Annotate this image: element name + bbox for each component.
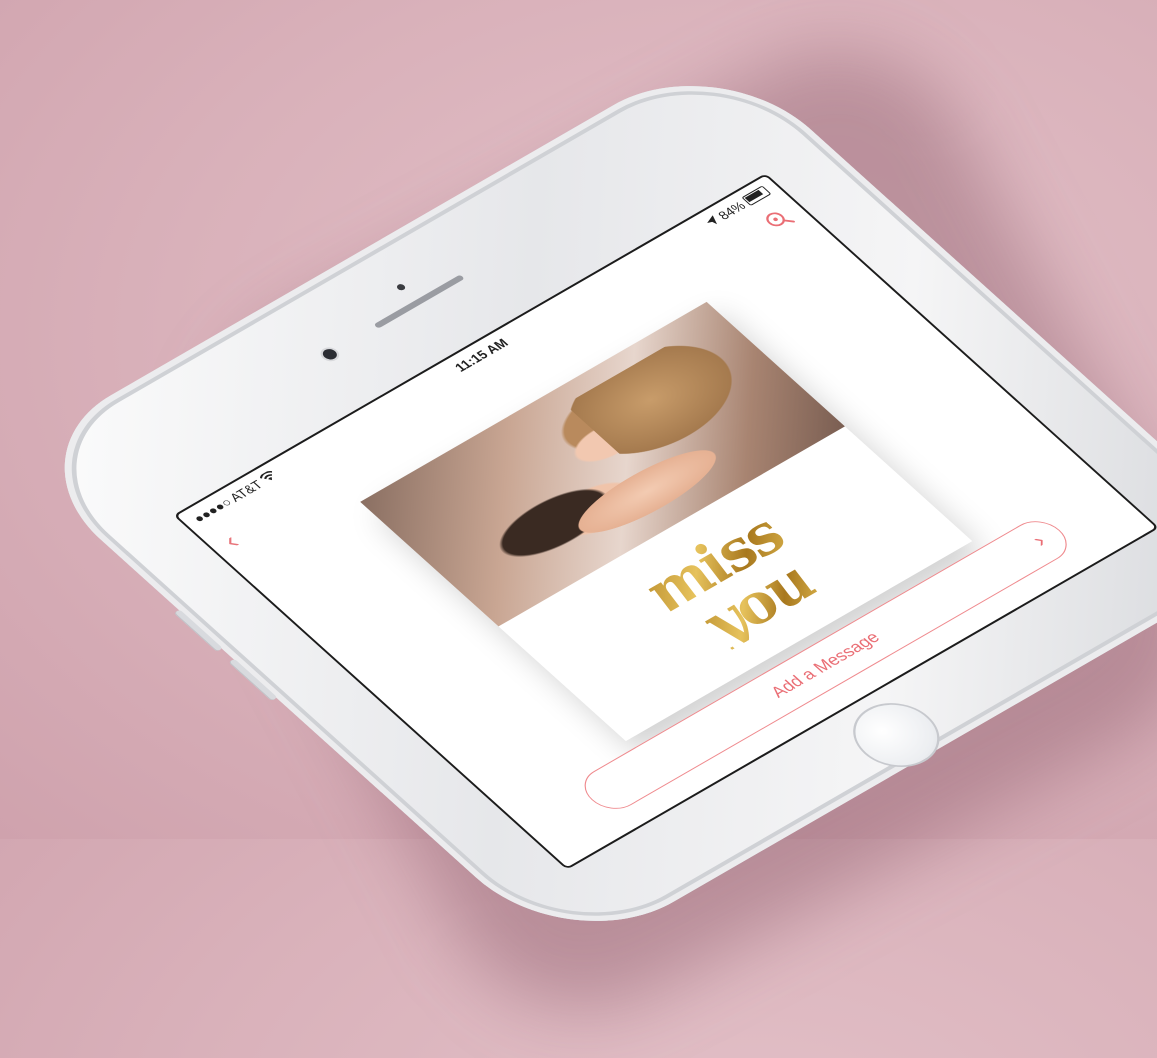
chevron-right-icon: ›: [1025, 529, 1052, 551]
proximity-sensor: [395, 282, 407, 292]
battery-icon: [741, 185, 772, 206]
zoom-in-icon[interactable]: [761, 207, 797, 233]
volume-down-button[interactable]: [228, 658, 278, 701]
earpiece-speaker: [373, 274, 465, 329]
chevron-left-icon[interactable]: ‹: [215, 528, 247, 554]
volume-up-button[interactable]: [173, 609, 223, 652]
front-camera: [319, 347, 340, 362]
